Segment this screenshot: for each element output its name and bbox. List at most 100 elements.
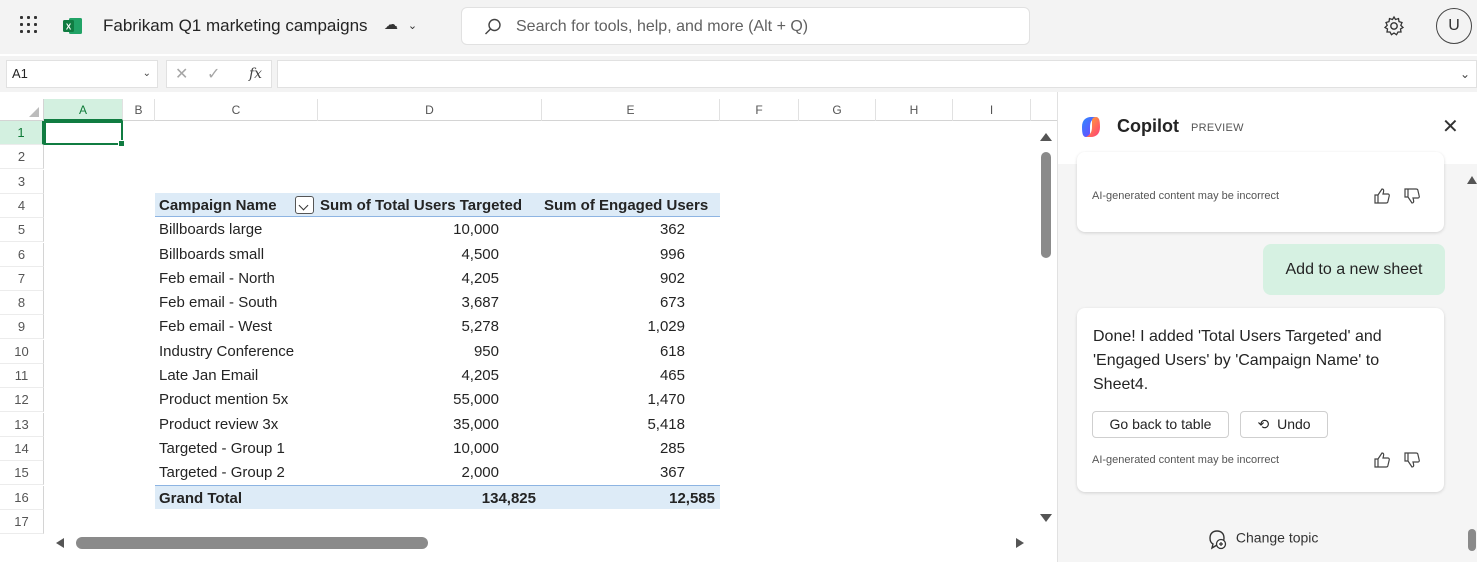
- pivot-engaged-users: 367: [659, 464, 685, 482]
- pivot-total-users: 950: [473, 342, 499, 360]
- thumbs-up-icon[interactable]: [1373, 187, 1391, 205]
- row-header[interactable]: 11: [0, 364, 44, 388]
- search-box[interactable]: Search for tools, help, and more (Alt + …: [461, 7, 1030, 45]
- column-header[interactable]: B: [123, 99, 155, 121]
- column-header[interactable]: H: [876, 99, 953, 121]
- scroll-right-arrow-icon[interactable]: [1016, 538, 1024, 548]
- name-box-value: A1: [12, 66, 28, 81]
- pivot-row: Targeted - Group 2 2,000 367: [155, 460, 720, 484]
- pivot-row: Billboards small 4,500 996: [155, 242, 720, 266]
- pivot-engaged-users: 5,418: [647, 415, 685, 433]
- document-title[interactable]: Fabrikam Q1 marketing campaigns: [103, 16, 368, 36]
- copilot-previous-response-card: AI-generated content may be incorrect: [1077, 152, 1444, 232]
- undo-button[interactable]: ⟲ Undo: [1240, 411, 1328, 438]
- pivot-campaign-name: Feb email - West: [159, 318, 273, 336]
- pivot-engaged-users: 465: [659, 367, 685, 385]
- column-header[interactable]: D: [318, 99, 542, 121]
- cancel-icon[interactable]: ✕: [175, 64, 188, 84]
- row-header[interactable]: 1: [0, 121, 44, 145]
- row-header[interactable]: 16: [0, 485, 44, 510]
- worksheet-grid[interactable]: A B C D E F G H I 1 2 3 4 5 6 7 8 9 10 11 12 13 14 15 1…: [0, 99, 1057, 562]
- pivot-row: Product mention 5x 55,000 1,470: [155, 387, 720, 411]
- pivot-total-users: 35,000: [453, 415, 499, 433]
- pivot-engaged-users: 996: [659, 245, 685, 263]
- row-header[interactable]: 17: [0, 509, 44, 534]
- thumbs-up-icon[interactable]: [1373, 451, 1391, 469]
- row-header[interactable]: 4: [0, 193, 44, 218]
- row-header[interactable]: 13: [0, 412, 44, 437]
- column-header[interactable]: A: [44, 99, 123, 121]
- undo-icon: ⟲: [1257, 416, 1270, 432]
- row-header[interactable]: 12: [0, 388, 44, 413]
- pivot-total-users: 4,205: [461, 269, 499, 287]
- row-header[interactable]: 3: [0, 169, 44, 194]
- title-bar: X Fabrikam Q1 marketing campaigns ☁ ⌄ Se…: [0, 0, 1477, 54]
- formula-input[interactable]: ⌄: [277, 60, 1477, 88]
- thumbs-down-icon[interactable]: [1403, 451, 1421, 469]
- change-topic-button[interactable]: Change topic: [1206, 528, 1318, 550]
- row-header[interactable]: 9: [0, 315, 44, 340]
- column-header[interactable]: C: [155, 99, 318, 121]
- avatar[interactable]: U: [1436, 8, 1472, 44]
- row-header[interactable]: 14: [0, 436, 44, 461]
- column-header[interactable]: I: [953, 99, 1031, 121]
- pivot-engaged-users: 285: [659, 439, 685, 457]
- undo-label: Undo: [1277, 416, 1311, 432]
- row-header[interactable]: 2: [0, 145, 44, 170]
- pivot-row: Targeted - Group 1 10,000 285: [155, 436, 720, 460]
- pivot-header-row: Campaign Name Sum of Total Users Targete…: [155, 193, 720, 218]
- enter-check-icon[interactable]: ✓: [207, 64, 220, 84]
- scroll-down-arrow-icon[interactable]: [1040, 514, 1052, 522]
- pivot-campaign-name: Billboards small: [159, 245, 265, 263]
- go-back-to-table-button[interactable]: Go back to table: [1092, 411, 1229, 438]
- active-cell-a1[interactable]: [44, 121, 125, 147]
- select-all-corner[interactable]: [0, 99, 44, 121]
- row-header[interactable]: 5: [0, 218, 44, 243]
- pivot-campaign-name: Product mention 5x: [159, 391, 289, 409]
- app-launcher-icon[interactable]: [20, 16, 40, 36]
- close-icon[interactable]: ✕: [1442, 114, 1459, 139]
- row-header[interactable]: 15: [0, 461, 44, 486]
- copilot-response-text: Done! I added 'Total Users Targeted' and…: [1093, 328, 1382, 393]
- column-header[interactable]: G: [799, 99, 876, 121]
- row-header[interactable]: 8: [0, 291, 44, 316]
- sensitivity-icon: ☁: [384, 16, 398, 32]
- pivot-total-users: 4,500: [461, 245, 499, 263]
- pivot-row: Billboards large 10,000 362: [155, 217, 720, 241]
- column-header[interactable]: E: [542, 99, 720, 121]
- preview-badge: PREVIEW: [1191, 122, 1244, 134]
- copilot-response-card: Done! I added 'Total Users Targeted' and…: [1077, 308, 1444, 492]
- copilot-scroll-up-icon[interactable]: [1467, 176, 1477, 184]
- thumbs-down-icon[interactable]: [1403, 187, 1421, 205]
- chevron-down-icon[interactable]: ⌄: [143, 61, 151, 87]
- pivot-row: Feb email - North 4,205 902: [155, 266, 720, 290]
- pivot-total-users: 10,000: [453, 439, 499, 457]
- pivot-engaged-users: 1,470: [647, 391, 685, 409]
- pivot-campaign-name: Feb email - South: [159, 294, 278, 312]
- row-header[interactable]: 10: [0, 339, 44, 364]
- horizontal-scrollbar-thumb[interactable]: [76, 537, 428, 549]
- document-menu[interactable]: ☁ ⌄: [384, 16, 417, 33]
- scroll-up-arrow-icon[interactable]: [1040, 133, 1052, 141]
- pivot-total-users: 55,000: [453, 391, 499, 409]
- insert-function-icon[interactable]: fx: [249, 66, 262, 82]
- user-message-bubble: Add to a new sheet: [1263, 244, 1445, 295]
- pivot-header-targeted: Sum of Total Users Targeted: [320, 197, 522, 214]
- expand-formula-bar-icon[interactable]: ⌄: [1460, 67, 1470, 81]
- pivot-total-users: 3,687: [461, 294, 499, 312]
- settings-gear-icon[interactable]: [1382, 14, 1406, 38]
- scroll-left-arrow-icon[interactable]: [56, 538, 64, 548]
- ai-disclaimer: AI-generated content may be incorrect: [1092, 190, 1280, 202]
- row-header[interactable]: 6: [0, 242, 44, 267]
- column-header[interactable]: F: [720, 99, 799, 121]
- name-box[interactable]: A1 ⌄: [6, 60, 158, 88]
- pivot-total-targeted: 134,825: [481, 489, 536, 507]
- row-header[interactable]: 7: [0, 266, 44, 291]
- pivot-campaign-name: Product review 3x: [159, 415, 279, 433]
- filter-dropdown-button[interactable]: [295, 196, 314, 214]
- pivot-campaign-name: Feb email - North: [159, 269, 275, 287]
- pivot-row: Feb email - West 5,278 1,029: [155, 314, 720, 338]
- vertical-scrollbar-thumb[interactable]: [1041, 152, 1051, 258]
- pivot-total-users: 10,000: [453, 221, 499, 239]
- copilot-scrollbar-thumb[interactable]: [1468, 529, 1476, 551]
